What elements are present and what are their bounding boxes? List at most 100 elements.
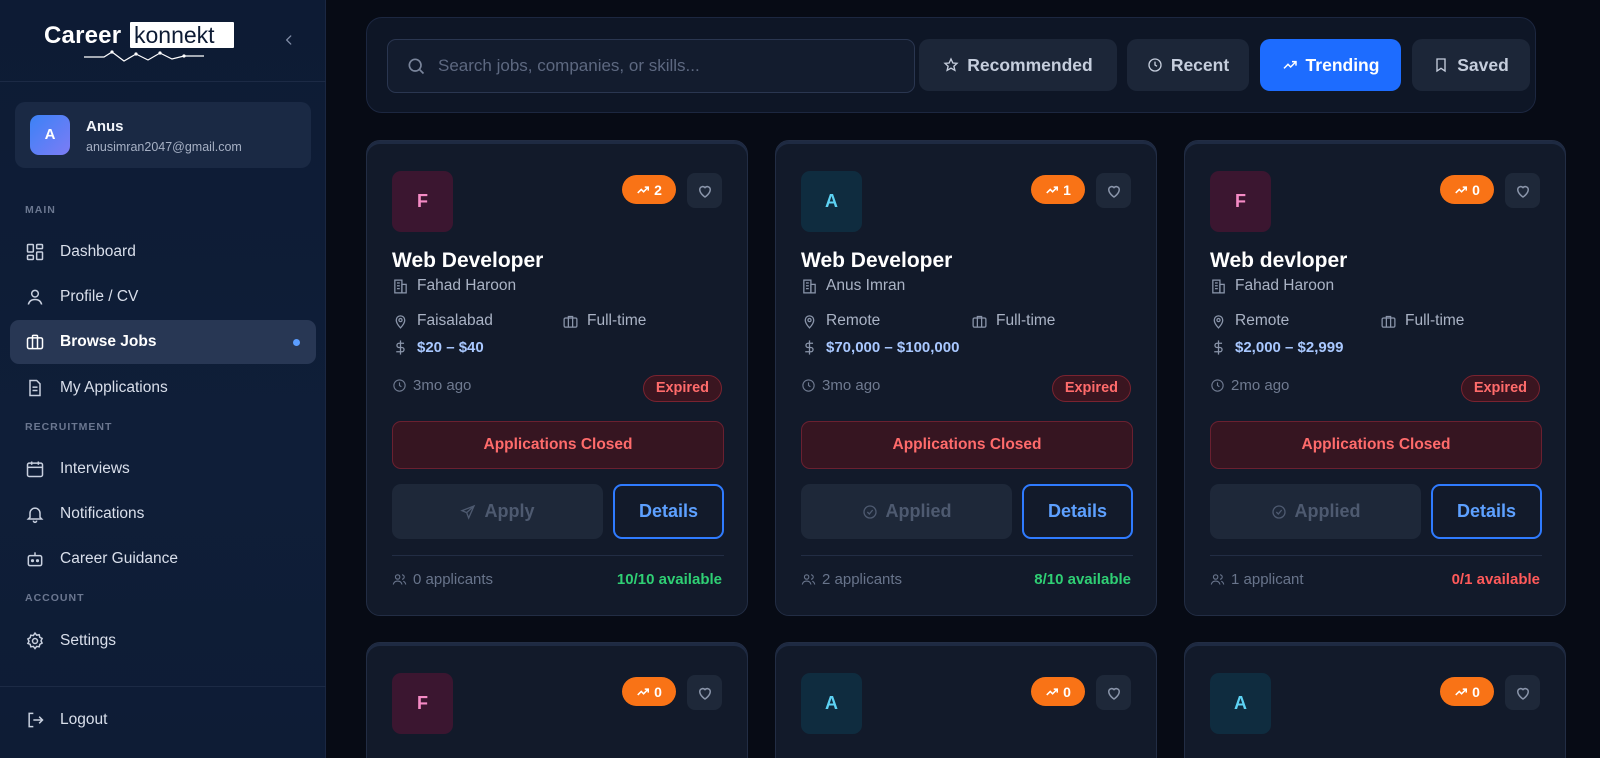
- users-icon: [392, 574, 407, 585]
- details-button[interactable]: Details: [613, 484, 724, 539]
- job-card[interactable]: A 0: [1184, 642, 1566, 758]
- user-card[interactable]: A Anus anusimran2047@gmail.com: [15, 102, 311, 168]
- trending-badge: 0: [622, 677, 676, 706]
- details-button[interactable]: Details: [1022, 484, 1133, 539]
- job-card[interactable]: F 2 Web Developer Fahad Haroon Faisalaba…: [366, 140, 748, 616]
- bell-icon: [25, 504, 45, 524]
- logo-box: konnekt: [130, 22, 234, 48]
- favorite-button[interactable]: [1096, 675, 1131, 710]
- sidebar-item-dashboard[interactable]: Dashboard: [10, 230, 316, 274]
- trending-icon: [1455, 185, 1468, 193]
- search-box[interactable]: [387, 39, 915, 93]
- tab-recent[interactable]: Recent: [1127, 39, 1249, 91]
- details-button[interactable]: Details: [1431, 484, 1542, 539]
- dollar-icon: [396, 340, 405, 355]
- job-salary: $70,000 – $100,000: [826, 339, 960, 356]
- brand-header: Career konnekt: [0, 0, 326, 82]
- job-salary: $20 – $40: [417, 339, 484, 356]
- logout-icon: [25, 710, 45, 730]
- sidebar-item-interviews[interactable]: Interviews: [10, 447, 316, 491]
- sidebar-item-label: Profile / CV: [60, 288, 139, 305]
- send-icon: [460, 504, 476, 520]
- user-name: Anus: [86, 118, 124, 135]
- job-card[interactable]: A 1 Web Developer Anus Imran Remote Full…: [775, 140, 1157, 616]
- tab-trending[interactable]: Trending: [1260, 39, 1401, 91]
- clock-icon: [802, 379, 815, 392]
- sidebar-item-settings[interactable]: Settings: [10, 619, 316, 663]
- trending-icon: [1046, 185, 1059, 193]
- status-badge: Expired: [1051, 375, 1131, 402]
- company-logo: F: [392, 673, 453, 734]
- applied-button[interactable]: Applied: [801, 484, 1012, 539]
- favorite-button[interactable]: [1505, 173, 1540, 208]
- briefcase-icon: [1381, 315, 1396, 328]
- applicants-count: 0 applicants: [392, 571, 493, 588]
- robot-icon: [25, 549, 45, 569]
- company-logo: A: [1210, 673, 1271, 734]
- divider: [0, 686, 326, 687]
- job-card[interactable]: F 0 Web devloper Fahad Haroon Remote Ful…: [1184, 140, 1566, 616]
- apply-button[interactable]: Apply: [392, 484, 603, 539]
- favorite-button[interactable]: [1096, 173, 1131, 208]
- trending-badge: 1: [1031, 175, 1085, 204]
- favorite-button[interactable]: [1505, 675, 1540, 710]
- sidebar-item-notifications[interactable]: Notifications: [10, 492, 316, 536]
- building-icon: [394, 278, 407, 294]
- sidebar-item-label: My Applications: [60, 379, 168, 396]
- logout-button[interactable]: Logout: [10, 698, 316, 742]
- status-badge: Expired: [642, 375, 722, 402]
- company-name: Fahad Haroon: [1235, 277, 1335, 294]
- trending-count: 0: [1472, 181, 1480, 198]
- map-pin-icon: [395, 314, 406, 329]
- tab-label: Trending: [1305, 54, 1380, 75]
- divider: [392, 555, 724, 556]
- sidebar-item-profile[interactable]: Profile / CV: [10, 275, 316, 319]
- job-title[interactable]: Web Developer: [392, 249, 543, 273]
- posted-row: 3mo ago: [392, 377, 471, 394]
- salary-row: $2,000 – $2,999: [1210, 339, 1343, 356]
- apply-label: Applied: [1294, 501, 1361, 521]
- user-email: anusimran2047@gmail.com: [86, 140, 242, 154]
- heart-icon: [1107, 185, 1120, 198]
- heart-icon: [698, 185, 711, 198]
- heart-icon: [698, 687, 711, 700]
- star-icon: [943, 57, 959, 72]
- check-circle-icon: [1271, 504, 1286, 519]
- briefcase-icon: [25, 332, 45, 352]
- tab-recommended[interactable]: Recommended: [919, 39, 1117, 91]
- logo-circuit-icon: [84, 50, 204, 62]
- job-card[interactable]: A 0: [775, 642, 1157, 758]
- job-title[interactable]: Web devloper: [1210, 249, 1347, 273]
- sidebar-item-my-applications[interactable]: My Applications: [10, 366, 316, 410]
- section-label-main: MAIN: [25, 204, 56, 216]
- favorite-button[interactable]: [687, 675, 722, 710]
- job-card[interactable]: F 0: [366, 642, 748, 758]
- posted-time: 3mo ago: [413, 377, 472, 394]
- sidebar-item-career-guidance[interactable]: Career Guidance: [10, 537, 316, 581]
- document-icon: [25, 378, 45, 398]
- dollar-icon: [805, 340, 814, 355]
- trending-icon: [1046, 687, 1059, 695]
- search-input[interactable]: [438, 56, 898, 76]
- sidebar-item-label: Dashboard: [60, 243, 136, 260]
- careerkonnekt-logo[interactable]: Career konnekt: [44, 20, 236, 64]
- divider: [801, 555, 1133, 556]
- trending-icon: [637, 687, 650, 695]
- trending-count: 1: [1063, 181, 1071, 198]
- applied-button[interactable]: Applied: [1210, 484, 1421, 539]
- map-pin-icon: [804, 314, 815, 329]
- sidebar-item-browse-jobs[interactable]: Browse Jobs: [10, 320, 316, 364]
- tab-label: Recent: [1170, 54, 1230, 75]
- location-row: Remote: [1210, 312, 1289, 330]
- collapse-sidebar-button[interactable]: [278, 30, 300, 52]
- favorite-button[interactable]: [687, 173, 722, 208]
- job-location: Faisalabad: [417, 312, 493, 329]
- applications-closed-banner: Applications Closed: [801, 421, 1133, 469]
- company-logo: F: [1210, 171, 1271, 232]
- posted-row: 2mo ago: [1210, 377, 1289, 394]
- trending-icon: [1455, 687, 1468, 695]
- heart-icon: [1516, 185, 1529, 198]
- sidebar-item-label: Settings: [60, 632, 117, 649]
- tab-saved[interactable]: Saved: [1412, 39, 1530, 91]
- job-title[interactable]: Web Developer: [801, 249, 952, 273]
